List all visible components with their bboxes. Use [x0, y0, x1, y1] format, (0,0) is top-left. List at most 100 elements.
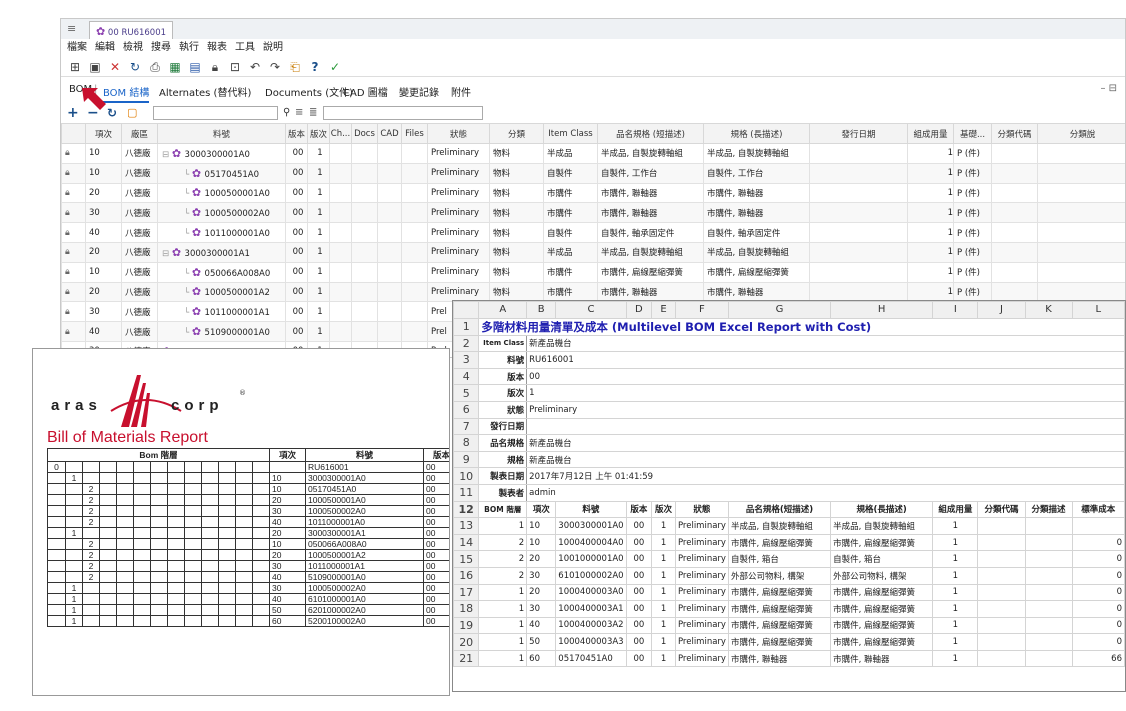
cell-class-desc[interactable]	[1024, 550, 1073, 568]
row-number[interactable]: 5	[453, 384, 480, 402]
cell-part-number[interactable]: └ ✿ 05170451A0	[157, 162, 286, 184]
menu-item[interactable]: 說明	[263, 39, 283, 57]
grid-col-header[interactable]: 規格 (長描述)	[703, 123, 810, 144]
field-value[interactable]: 00	[526, 367, 1125, 386]
cell-seq[interactable]: 20	[526, 550, 557, 568]
cell-qty[interactable]: 1	[932, 600, 979, 618]
row-number[interactable]: 3	[453, 351, 480, 369]
cell-part-number[interactable]: └ ✿ 5109000001A0	[157, 321, 286, 342]
grid-col-header[interactable]: 基礎...	[953, 123, 992, 144]
row-number[interactable]: 20	[453, 633, 480, 651]
excel-title[interactable]: 多階材料用量清單及成本 (Multilevel BOM Excel Report…	[478, 317, 1125, 336]
cell-ver[interactable]: 1	[651, 517, 676, 535]
cell-status[interactable]: Preliminary	[674, 566, 729, 585]
cell-class-desc[interactable]	[1024, 533, 1073, 552]
row-number[interactable]: 19	[453, 616, 480, 635]
cell-part-number[interactable]: └ ✿ 1000500002A0	[157, 202, 286, 224]
field-label[interactable]: 規格	[478, 450, 528, 469]
filter-input[interactable]	[323, 106, 483, 120]
cell-pn[interactable]: 1000400003A1	[555, 600, 627, 618]
field-label[interactable]: 狀態	[478, 400, 528, 419]
cell-status[interactable]: Preliminary	[674, 550, 729, 568]
bom-row[interactable]: 🔒︎ 20 八德廠 ⊟ ✿ 3000300001A1 00 1 Preliminary 物料半…	[61, 241, 1125, 263]
cell-seq[interactable]: 10	[526, 533, 557, 552]
cell-seq[interactable]: 60	[526, 649, 557, 668]
field-label[interactable]: 版本	[478, 367, 528, 386]
word-icon[interactable]: ▤	[187, 59, 203, 75]
row-number[interactable]: 8	[453, 434, 480, 452]
cell-level[interactable]: 2	[478, 550, 528, 568]
row-number[interactable]: 16	[453, 566, 480, 585]
cell-long-desc[interactable]: 市購件, 扁線壓縮彈簧	[830, 600, 934, 618]
cell-rev[interactable]: 00	[625, 566, 653, 585]
cell-part-number[interactable]: └ ✿ 1000500001A2	[157, 281, 286, 303]
field-label[interactable]: 版次	[478, 384, 528, 402]
grid-col-header[interactable]: 發行日期	[809, 123, 908, 144]
cell-part-number[interactable]: └ ✿ 1011000001A1	[157, 301, 286, 323]
expand-all-icon[interactable]: ≡	[295, 104, 303, 122]
cell-part-number[interactable]: └ ✿ 1011000001A0	[157, 222, 286, 243]
excel-col-header[interactable]: 版本	[625, 500, 653, 519]
grid-col-header[interactable]: 品名規格 (短描述)	[597, 123, 704, 144]
cell-class-code[interactable]	[977, 517, 1026, 535]
grid-col-header[interactable]: 組成用量	[907, 123, 954, 144]
cell-ver[interactable]: 1	[651, 566, 676, 585]
cell-status[interactable]: Preliminary	[674, 649, 729, 668]
grid-col-header[interactable]: 分類代碼	[991, 123, 1038, 144]
excel-col-header[interactable]: 規格(長描述)	[830, 500, 934, 519]
menu-item[interactable]: 搜尋	[151, 39, 171, 57]
add-row-icon[interactable]: +	[67, 104, 79, 122]
cell-class-code[interactable]	[977, 550, 1026, 568]
cell-pn[interactable]: 3000300001A0	[555, 517, 627, 535]
cell-rev[interactable]: 00	[625, 517, 653, 535]
cell-level[interactable]: 1	[478, 633, 528, 651]
cell-cost[interactable]: 0	[1071, 600, 1125, 618]
column-letter[interactable]: H	[830, 301, 934, 319]
cell-level[interactable]: 1	[478, 616, 528, 635]
field-value[interactable]: admin	[526, 483, 1125, 502]
cell-class-code[interactable]	[977, 600, 1026, 618]
redo-icon[interactable]: ↷	[267, 59, 283, 75]
row-number[interactable]: 15	[453, 550, 480, 568]
cell-long-desc[interactable]: 自製件, 箱台	[830, 550, 934, 568]
column-letter[interactable]: C	[555, 301, 627, 319]
cell-short-desc[interactable]: 半成品, 自製旋轉軸組	[727, 517, 832, 535]
help-icon[interactable]: ?	[307, 59, 323, 75]
cell-cost[interactable]: 0	[1071, 550, 1125, 568]
cell-qty[interactable]: 1	[932, 517, 979, 535]
corner-cell[interactable]	[453, 301, 480, 319]
column-letter[interactable]: E	[651, 301, 676, 319]
cell-rev[interactable]: 00	[625, 633, 653, 651]
field-value[interactable]: 2017年7月12日 上午 01:41:59	[526, 467, 1125, 485]
cell-qty[interactable]: 1	[932, 649, 979, 668]
cell-long-desc[interactable]: 市購件, 扁線壓縮彈簧	[830, 616, 934, 635]
cell-pn[interactable]: 1000400003A2	[555, 616, 627, 635]
cell-rev[interactable]: 00	[625, 533, 653, 552]
cell-status[interactable]: Preliminary	[674, 616, 729, 635]
cell-class-code[interactable]	[977, 633, 1026, 651]
cell-ver[interactable]: 1	[651, 633, 676, 651]
row-number[interactable]: 7	[453, 417, 480, 436]
column-letter[interactable]: D	[625, 301, 653, 319]
cell-qty[interactable]: 1	[932, 566, 979, 585]
cell-cost[interactable]: 0	[1071, 633, 1125, 651]
cell-status[interactable]: Preliminary	[674, 533, 729, 552]
column-letter[interactable]: A	[478, 301, 528, 319]
cell-long-desc[interactable]: 市購件, 扁線壓縮彈簧	[830, 583, 934, 602]
cell-seq[interactable]: 30	[526, 566, 557, 585]
row-number[interactable]: 9	[453, 450, 480, 469]
grid-col-header[interactable]: 項次	[85, 123, 122, 144]
cell-part-number[interactable]: └ ✿ 1000500001A0	[157, 182, 286, 204]
bom-row[interactable]: 🔒︎ 10 八德廠 ⊟ ✿ 3000300001A0 00 1 Preliminary 物料半…	[61, 143, 1125, 164]
excel-col-header[interactable]: 料號	[555, 500, 627, 519]
field-label[interactable]: 發行日期	[478, 417, 528, 436]
lock-icon[interactable]: 🔒︎	[207, 59, 223, 75]
row-number[interactable]: 2	[453, 334, 480, 353]
cell-status[interactable]: Preliminary	[674, 583, 729, 602]
menu-item[interactable]: 檢視	[123, 39, 143, 57]
cell-seq[interactable]: 40	[526, 616, 557, 635]
excel-col-header[interactable]: 狀態	[674, 500, 729, 519]
cell-long-desc[interactable]: 市購件, 扁線壓縮彈簧	[830, 633, 934, 651]
cell-seq[interactable]: 30	[526, 600, 557, 618]
excel-col-header[interactable]: 項次	[526, 500, 557, 519]
